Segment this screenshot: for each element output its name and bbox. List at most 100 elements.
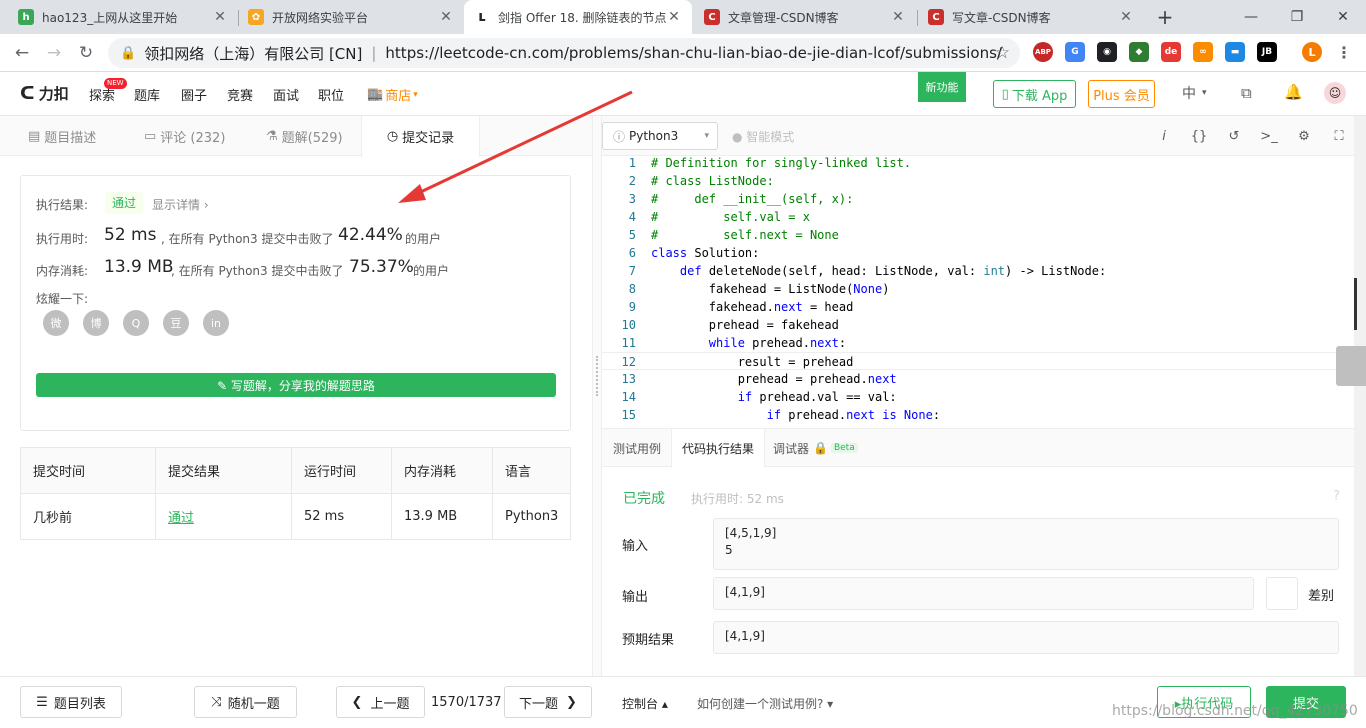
write-solution-button[interactable]: ✎ 写题解，分享我的解题思路: [36, 373, 556, 397]
url-text[interactable]: https://leetcode-cn.com/problems/shan-ch…: [385, 44, 1002, 62]
nav-contest[interactable]: 竞赛: [227, 85, 253, 104]
tab-debugger[interactable]: 调试器 🔒 Beta: [773, 429, 858, 467]
fullscreen-icon[interactable]: ⛶: [1330, 127, 1348, 145]
back-icon[interactable]: ←: [8, 39, 36, 67]
beta-badge: Beta: [830, 443, 858, 453]
address-bar[interactable]: 🔒 领扣网络（上海）有限公司 [CN] | https://leetcode-c…: [108, 38, 1020, 68]
new-tab-button[interactable]: +: [1152, 4, 1178, 30]
adblock-extension-icon[interactable]: ABP: [1033, 42, 1053, 62]
format-code-icon[interactable]: {}: [1190, 127, 1208, 145]
plus-member-button[interactable]: Plus 会员: [1088, 80, 1155, 108]
qq-share-icon[interactable]: Q: [123, 310, 149, 336]
douban-share-icon[interactable]: 豆: [163, 310, 189, 336]
status-badge: 通过: [105, 192, 144, 214]
column-header: 提交结果: [155, 447, 292, 494]
help-icon[interactable]: ?: [1333, 489, 1340, 504]
close-tab-icon[interactable]: ✕: [890, 9, 906, 25]
browser-tab-leetcode[interactable]: ʟ 剑指 Offer 18. 删除链表的节点 ✕: [464, 0, 692, 34]
wechat-share-icon[interactable]: 微: [43, 310, 69, 336]
terminal-icon[interactable]: >_: [1260, 127, 1278, 145]
extension-icon[interactable]: ◆: [1129, 42, 1149, 62]
nav-circle[interactable]: 圈子: [181, 85, 207, 104]
nav-problems[interactable]: 题库: [134, 85, 160, 104]
side-tab[interactable]: [1336, 346, 1366, 386]
tab-comments[interactable]: ▭ 评论 (232): [144, 116, 225, 156]
list-icon: ☰: [36, 694, 48, 710]
create-testcase-help[interactable]: 如何创建一个测试用例? ▾: [697, 695, 833, 712]
console-toggle[interactable]: 控制台 ▴: [622, 695, 668, 712]
tab-solutions[interactable]: ⚗ 题解(529): [266, 116, 343, 156]
browser-tab-csdn-write[interactable]: C 写文章-CSDN博客 ✕: [918, 0, 1144, 34]
memory-desc: , 在所有 Python3 提交中击败了: [171, 264, 344, 278]
browser-tab-csdn-manage[interactable]: C 文章管理-CSDN博客 ✕: [694, 0, 916, 34]
close-window-icon[interactable]: ✕: [1320, 0, 1366, 34]
smart-mode-label: 智能模式: [746, 130, 795, 144]
random-label: 随机一题: [227, 696, 280, 712]
weibo-share-icon[interactable]: 博: [83, 310, 109, 336]
close-tab-icon[interactable]: ✕: [1118, 9, 1134, 25]
tab-run-result[interactable]: 代码执行结果: [671, 429, 766, 468]
problem-list-button[interactable]: ☰ 题目列表: [20, 686, 122, 718]
playground-icon[interactable]: ⧉: [1241, 84, 1252, 102]
reload-icon[interactable]: ↻: [72, 39, 100, 67]
bookmark-star-icon[interactable]: ☆: [995, 43, 1010, 63]
phone-icon: ▯: [1001, 86, 1009, 102]
next-problem-button[interactable]: 下一题 ❯: [504, 686, 592, 718]
csdn-favicon-icon: C: [928, 9, 944, 25]
close-tab-icon[interactable]: ✕: [212, 9, 228, 25]
extension-icon[interactable]: ◉: [1097, 42, 1117, 62]
prev-problem-button[interactable]: ❮ 上一题: [336, 686, 425, 718]
output-label: 输出: [622, 590, 649, 605]
reset-code-icon[interactable]: ↺: [1225, 127, 1243, 145]
download-app-button[interactable]: ▯ 下载 App: [993, 80, 1076, 108]
show-details-link[interactable]: 显示详情 ›: [152, 196, 209, 213]
leetcode-favicon-icon: ʟ: [474, 9, 490, 25]
forward-icon[interactable]: →: [40, 39, 68, 67]
minimize-icon[interactable]: —: [1228, 0, 1274, 34]
profile-avatar[interactable]: L: [1302, 42, 1322, 62]
nav-jobs[interactable]: 职位: [318, 85, 344, 104]
extension-icon[interactable]: ▬: [1225, 42, 1245, 62]
diff-toggle[interactable]: [1266, 577, 1298, 610]
settings-gear-icon[interactable]: ⚙: [1295, 127, 1313, 145]
smart-mode-toggle[interactable]: ● 智能模式: [732, 128, 794, 145]
share-label: 炫耀一下:: [36, 292, 89, 306]
jetbrains-extension-icon[interactable]: JB: [1257, 42, 1277, 62]
browser-tab-strip: h hao123_上网从这里开始 ✕ ✿ 开放网络实验平台 ✕ ʟ 剑指 Off…: [0, 0, 1366, 34]
extension-icon[interactable]: de: [1161, 42, 1181, 62]
random-problem-button[interactable]: ⤨ 随机一题: [194, 686, 297, 718]
notification-bell-icon[interactable]: 🔔: [1284, 83, 1303, 101]
extension-icon[interactable]: ∞: [1193, 42, 1213, 62]
run-status: 已完成: [623, 491, 665, 507]
panel-resizer[interactable]: [592, 116, 602, 676]
vertical-scrollbar[interactable]: [1336, 116, 1366, 676]
lock-icon[interactable]: 🔒: [120, 46, 136, 61]
code-editor[interactable]: 1 # Definition for singly-linked list. 2 #…: [602, 156, 1354, 426]
time-label: 执行用时:: [36, 232, 89, 246]
new-feature-badge[interactable]: 新功能: [918, 72, 966, 102]
language-select[interactable]: 中 ▾: [1182, 83, 1207, 103]
result-tabs: 测试用例 代码执行结果 调试器 🔒 Beta: [602, 429, 1354, 468]
runtime-tail: 的用户: [405, 232, 442, 246]
cell-time: 几秒前: [20, 493, 156, 540]
close-tab-icon[interactable]: ✕: [438, 9, 454, 25]
translate-extension-icon[interactable]: G: [1065, 42, 1085, 62]
certificate-owner[interactable]: 领扣网络（上海）有限公司 [CN]: [144, 43, 362, 64]
language-select[interactable]: ⓘ Python3 ▾: [602, 122, 718, 150]
tab-title: hao123_上网从这里开始: [42, 10, 178, 25]
user-avatar[interactable]: ☺: [1324, 82, 1346, 104]
info-icon[interactable]: i: [1155, 127, 1173, 145]
browser-tab-hao123[interactable]: h hao123_上网从这里开始 ✕: [8, 0, 238, 34]
close-tab-icon[interactable]: ✕: [666, 9, 682, 25]
browser-toolbar: ← → ↻ 🔒 领扣网络（上海）有限公司 [CN] | https://leet…: [0, 34, 1366, 72]
cell-result-link[interactable]: 通过: [155, 493, 292, 540]
tab-description[interactable]: ▤ 题目描述: [28, 116, 96, 156]
tab-testcase[interactable]: 测试用例: [613, 429, 661, 467]
restore-icon[interactable]: ❐: [1274, 0, 1320, 34]
browser-tab-openlab[interactable]: ✿ 开放网络实验平台 ✕: [238, 0, 464, 34]
input-line: 5: [725, 543, 733, 557]
browser-menu-icon[interactable]: ⋮: [1334, 42, 1354, 62]
linkedin-share-icon[interactable]: in: [203, 310, 229, 336]
nav-interview[interactable]: 面试: [273, 85, 299, 104]
site-logo[interactable]: ᑕ 力扣: [20, 83, 69, 104]
